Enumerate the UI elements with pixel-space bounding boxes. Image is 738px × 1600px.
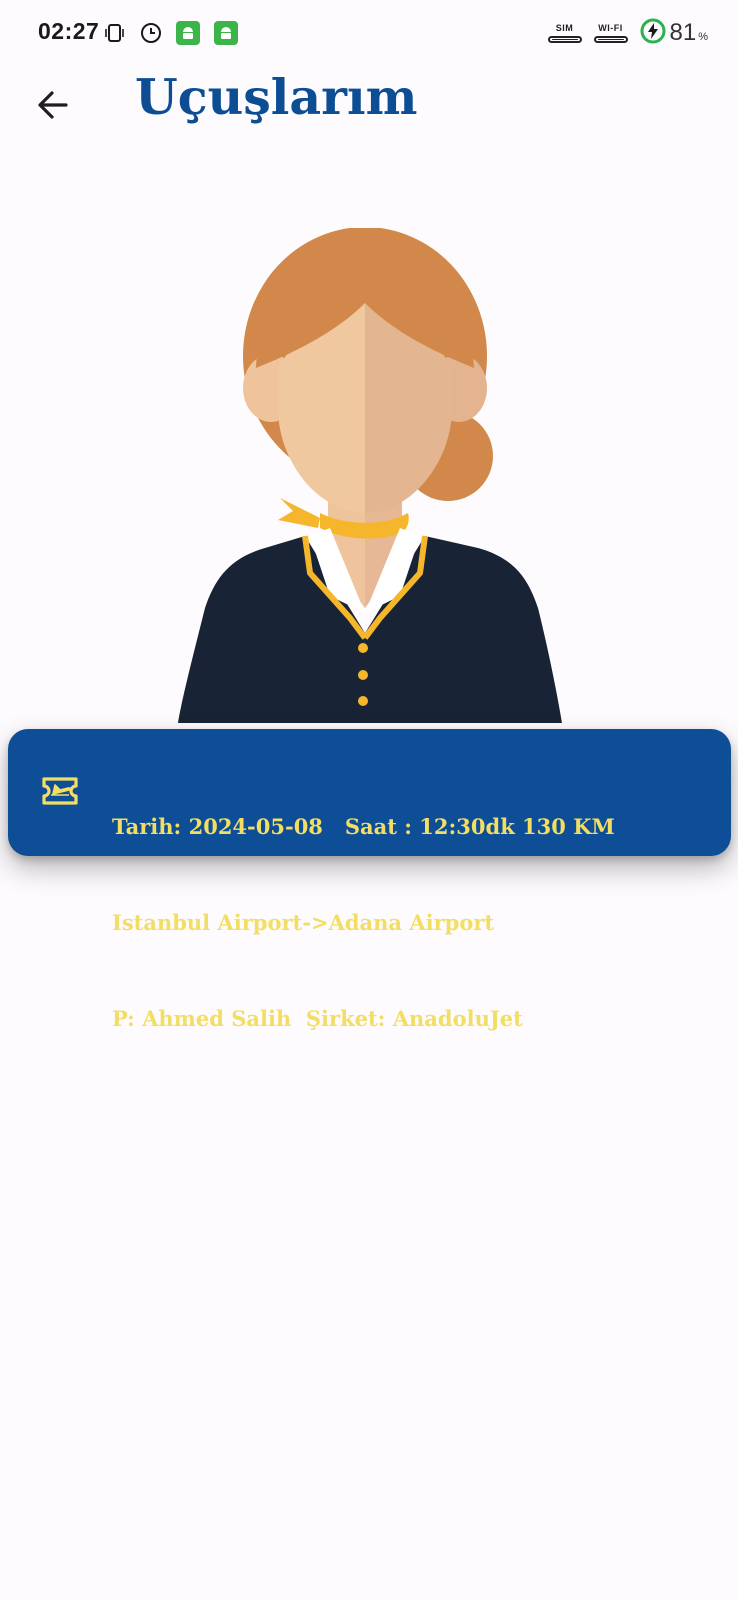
app-bar: Uçuşlarım [0, 66, 738, 146]
android-app-icon [176, 21, 200, 45]
flight-attendant-avatar-image [178, 228, 562, 723]
status-system-icons: SIM WI-FI 81% [547, 18, 708, 48]
battery-percent: 81% [670, 19, 708, 47]
flight-date-time-distance: Tarih: 2024-05-08 Saat : 12:30dk 130 KM [112, 814, 615, 839]
status-bar: 02:27 SIM WI-FI 81 % [0, 0, 738, 66]
arrow-left-icon [38, 91, 68, 119]
wifi-signal-icon: WI-FI [593, 23, 628, 43]
battery-percent-value: 81 [669, 19, 697, 46]
flight-details: Tarih: 2024-05-08 Saat : 12:30dk 130 KM … [112, 747, 615, 1099]
status-notification-icons [104, 20, 252, 46]
sim-label: SIM [555, 23, 574, 33]
vibrate-icon [104, 22, 126, 44]
page-title: Uçuşlarım [135, 68, 418, 126]
android-app-icon-2 [214, 21, 238, 45]
wifi-signal-bars [593, 36, 628, 43]
flight-card[interactable]: Tarih: 2024-05-08 Saat : 12:30dk 130 KM … [8, 729, 731, 1031]
battery-percent-unit: % [698, 31, 708, 43]
wifi-label: WI-FI [598, 23, 623, 33]
flight-passenger-company: P: Ahmed Salih Şirket: AnadoluJet [112, 1006, 523, 1031]
sim-signal-bars [547, 36, 582, 43]
sim-signal-icon: SIM [547, 23, 582, 43]
flight-ticket-icon [42, 777, 78, 805]
status-time: 02:27 [38, 18, 100, 44]
back-button[interactable] [28, 80, 78, 130]
battery-charging-icon [640, 18, 666, 48]
clock-icon [140, 22, 162, 44]
flight-route: Istanbul Airport->Adana Airport [112, 910, 495, 935]
